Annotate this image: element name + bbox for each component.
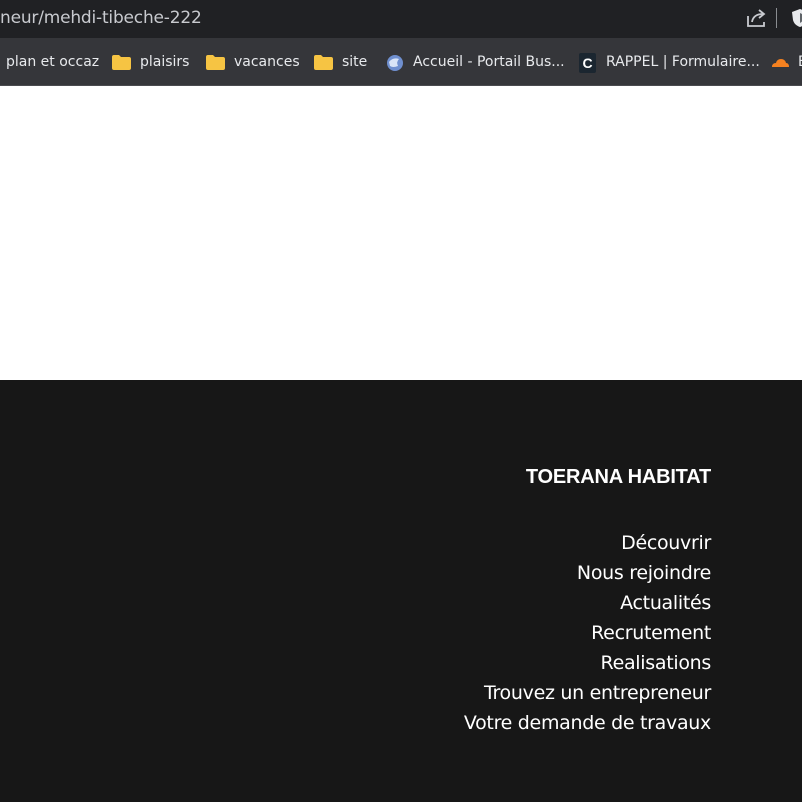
bookmark-label: RAPPEL | Formulaire... (606, 54, 760, 70)
folder-icon (314, 53, 334, 71)
bookmark-label: Accueil - Portail Bus... (413, 54, 565, 70)
footer-nav: Découvrir Nous rejoindre Actualités Recr… (464, 528, 711, 738)
bookmark-folder-plaisirs[interactable]: plaisirs (112, 52, 189, 72)
url-text[interactable]: neur/mehdi-tibeche-222 (0, 8, 202, 28)
page-content-blank (0, 87, 802, 380)
bookmark-label: plaisirs (140, 54, 190, 70)
c-logo-icon: C (578, 53, 598, 73)
share-icon[interactable] (744, 6, 768, 30)
bookmark-e[interactable]: E (770, 52, 802, 72)
folder-icon (206, 53, 226, 71)
bookmarks-bar: plan et occaz plaisirs vacances site Acc… (0, 38, 802, 86)
footer-link-actualites[interactable]: Actualités (464, 588, 711, 618)
bookmark-folder-site[interactable]: site (314, 52, 367, 72)
address-bar: neur/mehdi-tibeche-222 (0, 0, 802, 38)
svg-text:C: C (582, 55, 592, 71)
footer-link-decouvrir[interactable]: Découvrir (464, 528, 711, 558)
footer-brand: TOERANA HABITAT (525, 466, 711, 488)
toolbar-separator (776, 8, 777, 28)
shield-extension-icon[interactable] (790, 8, 802, 28)
bookmark-accueil-portail[interactable]: Accueil - Portail Bus... (385, 52, 565, 72)
globe-icon (385, 53, 405, 71)
footer-link-recrutement[interactable]: Recrutement (464, 618, 711, 648)
bookmark-label: E (798, 54, 802, 70)
bookmark-label: site (342, 54, 368, 70)
site-footer: TOERANA HABITAT Découvrir Nous rejoindre… (0, 380, 802, 802)
bookmark-label: vacances (234, 54, 300, 70)
bookmark-folder-vacances[interactable]: vacances (206, 52, 300, 72)
footer-link-nous-rejoindre[interactable]: Nous rejoindre (464, 558, 711, 588)
bookmark-label: plan et occaz (6, 54, 100, 70)
footer-link-demande-travaux[interactable]: Votre demande de travaux (464, 708, 711, 738)
bookmark-plan-et-occaz[interactable]: plan et occaz (6, 52, 99, 72)
cloud-icon (770, 53, 790, 71)
bookmark-rappel-formulaire[interactable]: C RAPPEL | Formulaire... (578, 52, 760, 73)
footer-link-trouvez-entrepreneur[interactable]: Trouvez un entrepreneur (464, 678, 711, 708)
footer-link-realisations[interactable]: Realisations (464, 648, 712, 678)
folder-icon (112, 53, 132, 71)
